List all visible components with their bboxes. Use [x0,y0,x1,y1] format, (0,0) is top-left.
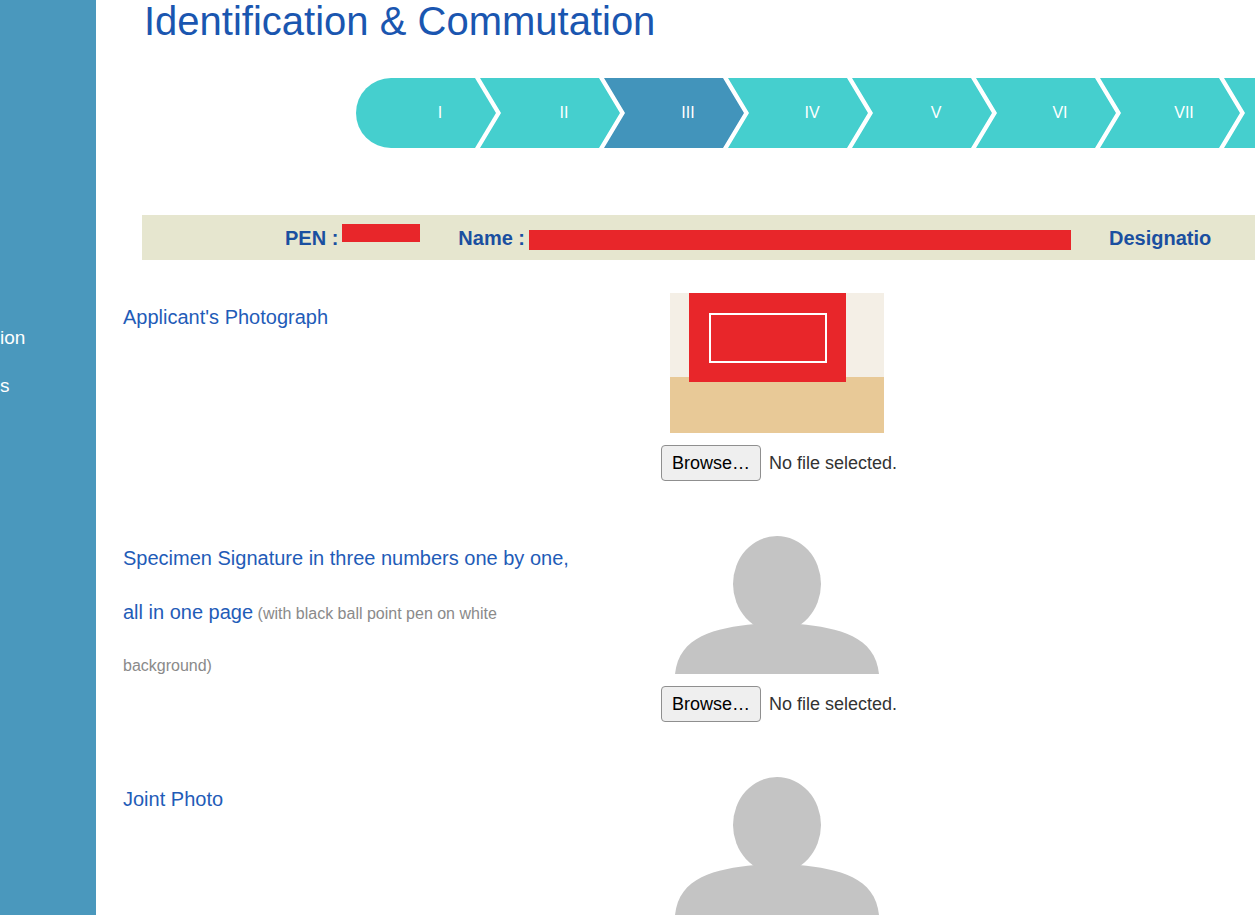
info-bar: PEN : Name : Designatio [142,215,1255,260]
redaction [529,230,1071,250]
applicant-photo [670,293,884,433]
info-field: Name : [458,223,1071,253]
upload-label: Specimen Signature in three numbers one … [96,531,670,722]
placeholder-avatar-icon [675,536,879,674]
step[interactable]: IV [728,78,868,148]
upload-row: Specimen Signature in three numbers one … [96,534,1255,722]
step[interactable]: V [852,78,992,148]
page-title: Identification & Commutation [96,0,1255,42]
step[interactable]: III [604,78,744,148]
browse-button[interactable]: Browse… [661,686,761,722]
main: Identification & CommutationIIIIIIIVVVIV… [96,0,1255,915]
stepper: IIIIIIIVVVIVII [356,78,1255,148]
sidebar-item[interactable]: ion [0,324,96,372]
step[interactable]: I [356,78,496,148]
upload-label: Applicant's Photograph [96,290,670,481]
file-status: No file selected. [769,450,897,477]
sidebar: ions [0,0,96,915]
redaction [342,224,420,242]
step[interactable]: VII [1100,78,1240,148]
upload-row: Joint Photo [96,775,1255,915]
app: ionsIdentification & CommutationIIIIIIIV… [0,0,1255,915]
step[interactable]: II [480,78,620,148]
file-status: No file selected. [769,691,897,718]
sidebar-item[interactable]: s [0,372,96,420]
browse-button[interactable]: Browse… [661,445,761,481]
info-field: Designatio [1109,223,1211,253]
info-field: PEN : [285,223,420,253]
upload-row: Applicant's PhotographBrowse… No file sel… [96,293,1255,481]
upload-label: Joint Photo [96,772,670,915]
placeholder-avatar-icon [675,777,879,915]
step[interactable]: VI [976,78,1116,148]
